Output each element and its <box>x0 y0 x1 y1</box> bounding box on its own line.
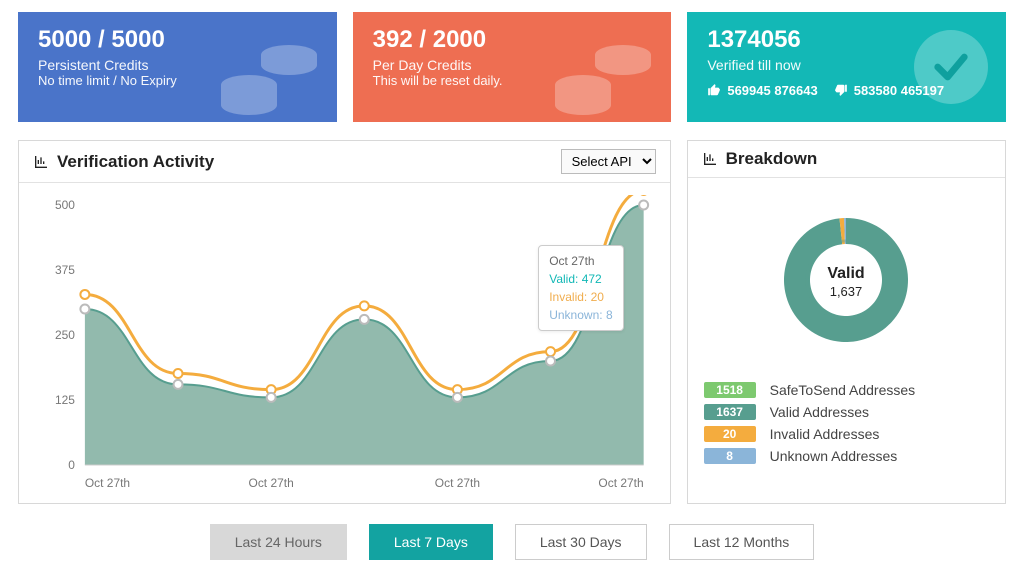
range-30d-button[interactable]: Last 30 Days <box>515 524 647 560</box>
checkmark-icon <box>914 30 988 104</box>
perday-credits-card: 392 / 2000 Per Day Credits This will be … <box>353 12 672 122</box>
range-24h-button[interactable]: Last 24 Hours <box>210 524 347 560</box>
range-12m-button[interactable]: Last 12 Months <box>669 524 815 560</box>
bar-chart-icon <box>702 151 718 167</box>
svg-text:1,637: 1,637 <box>830 284 863 299</box>
legend-safe: 1518 SafeToSend Addresses <box>704 382 989 398</box>
svg-text:375: 375 <box>55 263 75 277</box>
chart-tooltip: Oct 27th Valid: 472 Invalid: 20 Unknown:… <box>538 245 623 331</box>
coins-icon <box>209 30 329 120</box>
legend-unknown: 8 Unknown Addresses <box>704 448 989 464</box>
svg-text:Oct 27th: Oct 27th <box>598 476 643 490</box>
svg-text:Oct 27th: Oct 27th <box>85 476 130 490</box>
activity-panel: Verification Activity Select API 0 125 250… <box>18 140 671 504</box>
svg-text:125: 125 <box>55 393 75 407</box>
breakdown-panel: Breakdown Valid 1,637 1518 SafeToSend Add… <box>687 140 1006 504</box>
breakdown-legend: 1518 SafeToSend Addresses 1637 Valid Add… <box>704 382 989 464</box>
svg-text:Oct 27th: Oct 27th <box>249 476 294 490</box>
thumbs-up-icon <box>707 83 721 97</box>
persistent-credits-card: 5000 / 5000 Persistent Credits No time l… <box>18 12 337 122</box>
thumbs-down-icon <box>834 83 848 97</box>
verified-card: 1374056 Verified till now 569945 876643 … <box>687 12 1006 122</box>
breakdown-donut: Valid 1,637 <box>704 190 989 368</box>
svg-text:Valid: Valid <box>828 265 865 282</box>
range-7d-button[interactable]: Last 7 Days <box>369 524 493 560</box>
svg-text:Oct 27th: Oct 27th <box>435 476 480 490</box>
svg-text:250: 250 <box>55 328 75 342</box>
bar-chart-icon <box>33 154 49 170</box>
top-cards: 5000 / 5000 Persistent Credits No time l… <box>18 12 1006 122</box>
legend-valid: 1637 Valid Addresses <box>704 404 989 420</box>
api-select[interactable]: Select API <box>561 149 656 174</box>
svg-text:500: 500 <box>55 198 75 212</box>
svg-text:0: 0 <box>68 458 75 472</box>
coins-icon <box>543 30 663 120</box>
thumbs-up: 569945 876643 <box>707 83 817 98</box>
range-buttons: Last 24 Hours Last 7 Days Last 30 Days L… <box>18 524 1006 560</box>
main-row: Verification Activity Select API 0 125 250… <box>18 140 1006 504</box>
activity-title: Verification Activity <box>33 152 214 172</box>
activity-chart: 0 125 250 375 500 Oct 27th Oct 27th Oct 27th Oct… <box>35 195 654 495</box>
legend-invalid: 20 Invalid Addresses <box>704 426 989 442</box>
breakdown-title: Breakdown <box>702 149 818 169</box>
